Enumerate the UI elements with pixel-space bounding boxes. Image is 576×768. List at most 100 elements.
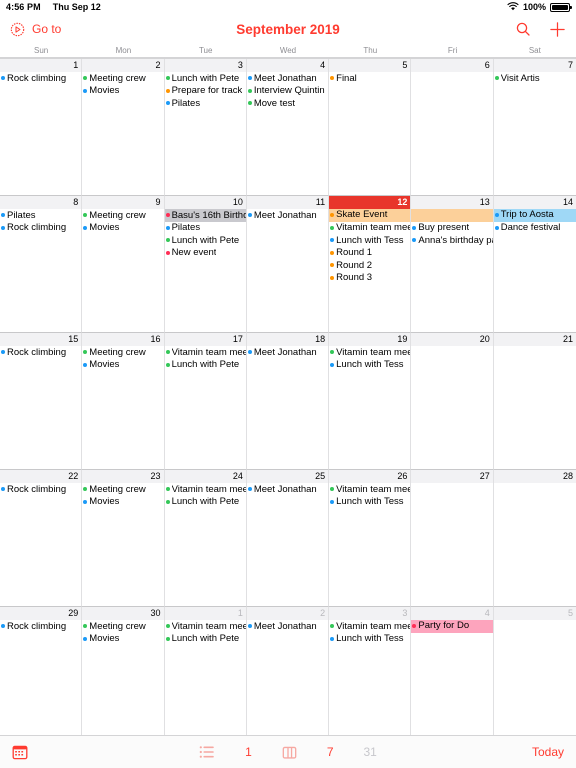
calendar-day-cell[interactable]: 1Vitamin team meetingLunch with Pete xyxy=(164,607,247,744)
calendar-event[interactable]: Anna's birthday party xyxy=(411,234,493,247)
calendar-event[interactable]: Meet Jonathan xyxy=(247,72,328,85)
calendar-event[interactable]: Lunch with Pete xyxy=(165,72,246,85)
calendar-event[interactable]: Lunch with Tess xyxy=(329,633,410,646)
calendar-event[interactable]: Rock climbing xyxy=(0,620,81,633)
calendar-event[interactable]: Dance festival xyxy=(494,222,576,235)
plus-icon[interactable] xyxy=(549,21,566,38)
calendar-day-cell[interactable]: 4 Meet Jonathan Interview Quintin Move test xyxy=(246,59,330,196)
calendar-event[interactable]: Rock climbing xyxy=(0,346,81,359)
calendar-event[interactable]: Meet Jonathan xyxy=(247,209,328,222)
calendar-event[interactable]: Final xyxy=(329,72,410,85)
calendar-event[interactable]: Lunch with Tess xyxy=(329,234,410,247)
calendar-day-cell[interactable]: 28 xyxy=(493,470,576,607)
goto-date-icon[interactable] xyxy=(10,22,25,37)
calendar-event[interactable]: Basu's 16th Birthday xyxy=(164,209,246,222)
calendar-day-cell[interactable]: 14 Trip to Aosta Dance festival xyxy=(493,196,576,333)
calendar-event[interactable]: Meet Jonathan xyxy=(247,346,328,359)
calendar-event[interactable]: Movies xyxy=(82,222,163,235)
calendar-event[interactable]: Meeting crew xyxy=(82,483,163,496)
calendar-event[interactable]: Pilates xyxy=(165,222,246,235)
calendar-event[interactable]: Meet Jonathan xyxy=(247,483,328,496)
list-view-icon[interactable] xyxy=(199,745,215,759)
calendar-day-cell[interactable]: 5 Final xyxy=(329,59,412,196)
calendar-event[interactable]: Move test xyxy=(247,97,328,110)
calendar-day-cell[interactable]: 25 Meet Jonathan xyxy=(246,470,330,607)
calendar-day-cell[interactable]: 17Vitamin team meetingLunch with Pete xyxy=(164,333,247,470)
calendar-day-cell[interactable]: 20 xyxy=(411,333,494,470)
calendar-day-cell[interactable]: 7 Visit Artis xyxy=(493,59,576,196)
calendar-day-cell[interactable]: 15 Rock climbing xyxy=(0,333,83,470)
calendar-event[interactable]: Vitamin team meeting xyxy=(329,483,410,496)
calendar-day-cell[interactable]: 12Skate Event Vitamin team meetingLunch w… xyxy=(329,196,412,333)
calendar-event[interactable]: Lunch with Tess xyxy=(329,496,410,509)
calendar-event[interactable]: Movies xyxy=(82,85,163,98)
calendar-day-cell[interactable]: 27 xyxy=(411,470,494,607)
calendar-event[interactable]: Vitamin team meeting xyxy=(165,346,246,359)
day-view-button[interactable]: 1 xyxy=(245,745,252,759)
calendar-event[interactable]: Movies xyxy=(82,359,163,372)
calendar-day-cell[interactable]: 19Vitamin team meetingLunch with Tess xyxy=(329,333,412,470)
calendar-event[interactable]: Meeting crew xyxy=(82,209,163,222)
calendar-day-cell[interactable]: 22 Rock climbing xyxy=(0,470,83,607)
calendar-day-cell[interactable]: 18 Meet Jonathan xyxy=(246,333,330,470)
calendar-event[interactable]: Meet Jonathan xyxy=(247,620,328,633)
calendar-event[interactable]: Rock climbing xyxy=(0,222,81,235)
month-view-button[interactable]: 31 xyxy=(364,745,377,759)
calendar-day-cell[interactable]: 8 Pilates Rock climbing xyxy=(0,196,83,333)
calendar-day-cell[interactable]: 13Buy presentAnna's birthday party xyxy=(411,196,494,333)
calendar-event[interactable]: Buy present xyxy=(411,222,492,235)
calendar-day-cell[interactable]: 11 Meet Jonathan xyxy=(246,196,330,333)
all-day-event-continuation[interactable] xyxy=(411,209,493,222)
calendar-event[interactable]: Interview Quintin xyxy=(247,85,328,98)
all-day-event[interactable]: Party for Do xyxy=(411,620,493,633)
calendar-event[interactable]: Rock climbing xyxy=(0,483,81,496)
calendar-day-cell[interactable]: 16 Meeting crew Movies xyxy=(82,333,165,470)
calendar-day-cell[interactable]: 4 Party for Do xyxy=(411,607,494,744)
calendar-event[interactable]: Meeting crew xyxy=(82,72,163,85)
calendar-day-cell[interactable]: 1 Rock climbing xyxy=(0,59,83,196)
calendar-event[interactable]: Pilates xyxy=(0,209,81,222)
calendar-day-cell[interactable]: 5 xyxy=(493,607,576,744)
split-view-icon[interactable] xyxy=(282,745,297,760)
calendar-day-cell[interactable]: 24Vitamin team meetingLunch with Pete xyxy=(164,470,247,607)
calendar-event[interactable]: Movies xyxy=(82,496,163,509)
calendar-event[interactable]: Lunch with Pete xyxy=(165,496,246,509)
calendar-event[interactable]: Visit Artis xyxy=(494,72,576,85)
calendar-day-cell[interactable]: 23 Meeting crew Movies xyxy=(82,470,165,607)
calendar-event[interactable]: Vitamin team meeting xyxy=(165,620,246,633)
calendar-event[interactable]: Vitamin team meeting xyxy=(165,483,246,496)
calendar-day-cell[interactable]: 2 Meeting crew Movies xyxy=(82,59,165,196)
calendar-event[interactable]: Lunch with Tess xyxy=(329,359,410,372)
calendar-event[interactable]: New event xyxy=(165,247,246,260)
calendar-day-cell[interactable]: 2 Meet Jonathan xyxy=(246,607,330,744)
calendar-day-cell[interactable]: 30 Meeting crew Movies xyxy=(82,607,165,744)
calendar-event[interactable]: Meeting crew xyxy=(82,620,163,633)
all-day-event[interactable]: Skate Event xyxy=(329,209,411,222)
calendar-event[interactable]: Round 2 xyxy=(329,259,410,272)
calendar-day-cell[interactable]: 26Vitamin team meetingLunch with Tess xyxy=(329,470,412,607)
calendar-day-cell[interactable]: 10Basu's 16th BirthdayPilatesLunch with … xyxy=(164,196,247,333)
calendar-day-cell[interactable]: 9 Meeting crew Movies xyxy=(82,196,165,333)
calendar-event[interactable]: Lunch with Pete xyxy=(165,633,246,646)
calendar-event[interactable]: Vitamin team meeting xyxy=(329,346,410,359)
week-view-button[interactable]: 7 xyxy=(327,745,334,759)
calendar-event[interactable]: Pilates xyxy=(165,97,246,110)
calendar-event[interactable]: Lunch with Pete xyxy=(165,359,246,372)
today-button[interactable]: Today xyxy=(532,745,564,759)
calendar-event[interactable]: Round 3 xyxy=(329,272,410,285)
calendar-event[interactable]: Prepare for track xyxy=(165,85,246,98)
calendar-event[interactable]: Vitamin team meeting xyxy=(329,620,410,633)
search-icon[interactable] xyxy=(515,21,531,37)
calendar-day-cell[interactable]: 21 xyxy=(493,333,576,470)
all-day-event[interactable]: Trip to Aosta xyxy=(493,209,576,222)
calendar-day-cell[interactable]: 6 xyxy=(411,59,494,196)
calendar-day-cell[interactable]: 29 Rock climbing xyxy=(0,607,83,744)
calendar-day-cell[interactable]: 3Vitamin team meetingLunch with Tess xyxy=(329,607,412,744)
calendar-event[interactable]: Movies xyxy=(82,633,163,646)
calendar-event[interactable]: Lunch with Pete xyxy=(165,234,246,247)
calendar-event[interactable]: Rock climbing xyxy=(0,72,81,85)
calendar-event[interactable]: Round 1 xyxy=(329,247,410,260)
calendar-event[interactable]: Vitamin team meeting xyxy=(329,222,410,235)
calendar-day-cell[interactable]: 3 Lunch with Pete Prepare for track Pilates xyxy=(164,59,247,196)
calendar-event[interactable]: Meeting crew xyxy=(82,346,163,359)
